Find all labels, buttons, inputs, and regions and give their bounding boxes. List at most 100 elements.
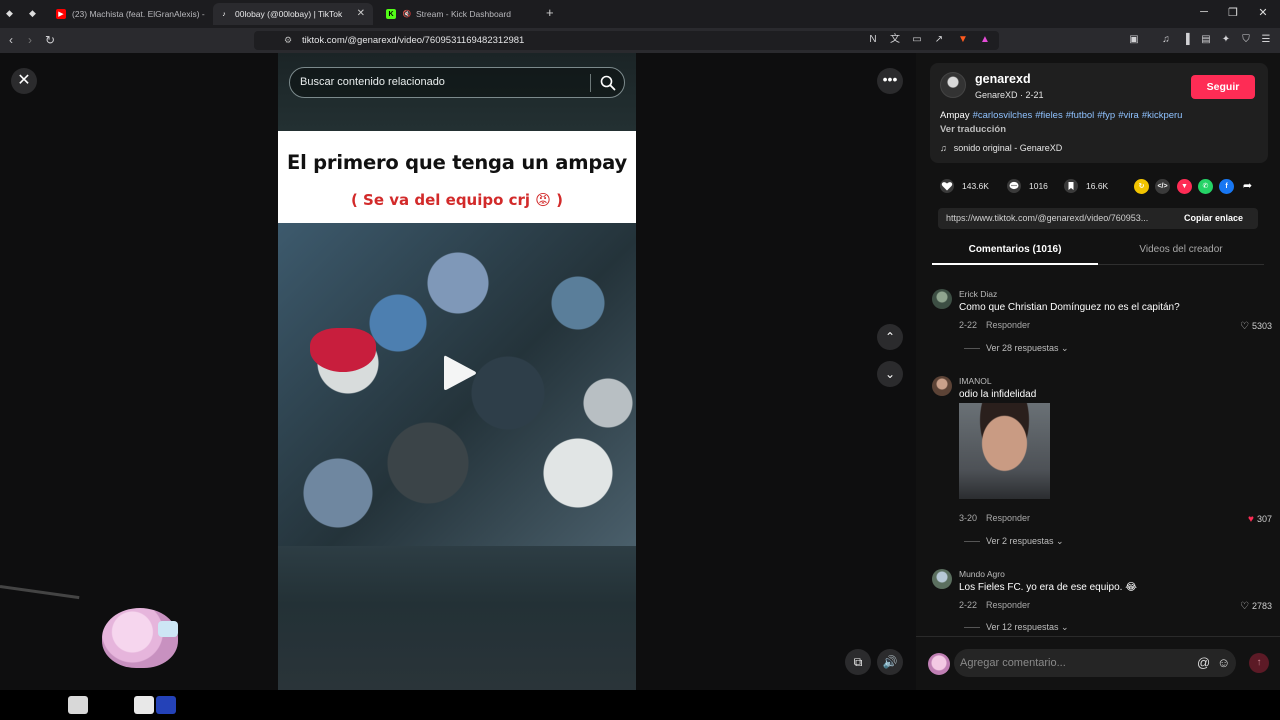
like-heart-icon[interactable] — [940, 179, 954, 193]
reload-icon[interactable]: ↻ — [42, 32, 58, 48]
browser-toolbar: ‹ › ↻ ☐ ⚙ tiktok.com/@genarexd/video/760… — [0, 28, 1280, 53]
hashtag-link[interactable]: #kickperu — [1142, 110, 1183, 121]
avatar[interactable] — [932, 376, 952, 396]
video-frame — [278, 223, 636, 546]
video-caption-card: El primero que tenga un ampay ( Se va de… — [278, 131, 636, 223]
tab-youtube[interactable]: ▶ (23) Machista (feat. ElGranAlexis) - Y — [50, 3, 205, 25]
comment-item: Erick Diaz Como que Christian Domínguez … — [932, 289, 1276, 359]
share-link-text[interactable]: https://www.tiktok.com/@genarexd/video/7… — [946, 213, 1176, 223]
caption-title: El primero que tenga un ampay — [286, 151, 628, 174]
minimize-icon[interactable]: ─ — [1194, 6, 1214, 18]
comment-text: Como que Christian Domínguez no es el ca… — [959, 302, 1180, 313]
site-info-icon[interactable]: ⚙ — [284, 35, 292, 46]
hashtag-link[interactable]: #carlosvilches — [973, 110, 1033, 121]
comment-username[interactable]: Erick Diaz — [959, 289, 997, 299]
comment-input[interactable] — [954, 649, 1236, 677]
close-tab-icon[interactable]: ✕ — [357, 8, 365, 19]
restore-icon[interactable]: ❐ — [1223, 6, 1243, 19]
copy-link-button[interactable]: Copiar enlace — [1184, 213, 1243, 223]
sound-row[interactable]: ♫ sonido original - GenareXD — [940, 143, 1062, 153]
whatsapp-icon[interactable]: ✆ — [1198, 179, 1213, 194]
emoji-icon[interactable]: ☺ — [1217, 655, 1230, 670]
back-icon[interactable]: ‹ — [3, 32, 19, 48]
next-video-button[interactable]: ⌄ — [877, 361, 903, 387]
comment-likes[interactable]: ♡ 2783 — [1240, 601, 1272, 612]
tab-comments[interactable]: Comentarios (1016) — [932, 244, 1098, 255]
reply-button[interactable]: Responder — [986, 513, 1030, 523]
hashtag-link[interactable]: #futbol — [1066, 110, 1095, 121]
hashtag-link[interactable]: #fyp — [1097, 110, 1115, 121]
translate-link[interactable]: Ver traducción — [940, 124, 1006, 135]
extensions-icon[interactable]: ✦ — [1219, 33, 1233, 47]
avatar[interactable] — [932, 569, 952, 589]
comment-username[interactable]: IMANOL — [959, 376, 992, 386]
avatar[interactable] — [940, 72, 966, 98]
comment-likes[interactable]: ♡ 5303 — [1240, 321, 1272, 332]
tab-title: 00lobay (@00lobay) | TikTok — [235, 9, 343, 19]
search-divider — [590, 74, 591, 92]
send-comment-button[interactable]: ↑ — [1249, 653, 1269, 673]
avatar[interactable] — [932, 289, 952, 309]
view-replies-button[interactable]: Ver 2 respuestas ⌄ — [964, 536, 1064, 547]
hashtag-link[interactable]: #fieles — [1035, 110, 1062, 121]
share-icon[interactable]: ↗ — [932, 33, 946, 47]
comment-username[interactable]: Mundo Agro — [959, 569, 1005, 579]
follow-button[interactable]: Seguir — [1191, 75, 1255, 99]
reply-button[interactable]: Responder — [986, 600, 1030, 610]
close-window-icon[interactable]: ✕ — [1253, 6, 1273, 19]
bookmark-icon[interactable] — [1064, 179, 1078, 193]
translate-icon[interactable]: 文 — [888, 33, 902, 47]
search-input[interactable]: Buscar contenido relacionado — [300, 76, 445, 88]
previous-video-button[interactable]: ⌃ — [877, 324, 903, 350]
tab-tiktok[interactable]: ♪ 00lobay (@00lobay) | TikTok ✕ — [213, 3, 373, 25]
stream-overlay-avatar-face — [158, 621, 178, 637]
wallet-icon[interactable]: ▤ — [1199, 33, 1213, 47]
view-replies-button[interactable]: Ver 28 respuestas ⌄ — [964, 343, 1069, 354]
send-to-friend-icon[interactable]: ▼ — [1177, 179, 1192, 194]
browser-menu-icon[interactable]: ◆ — [6, 8, 16, 18]
mention-icon[interactable]: @ — [1197, 655, 1210, 670]
vpn-icon[interactable]: ⛉ — [1239, 33, 1253, 47]
reading-list-icon[interactable]: ▐ — [1179, 33, 1193, 47]
related-search-bar[interactable]: Buscar contenido relacionado — [289, 67, 625, 98]
comments-count: 1016 — [1029, 181, 1048, 191]
search-icon[interactable] — [599, 74, 617, 92]
avatar[interactable] — [928, 653, 950, 675]
comment-like-count: 5303 — [1251, 321, 1272, 331]
pip-button[interactable]: ⧉ — [845, 649, 871, 675]
brave-icon[interactable]: ◆ — [29, 8, 39, 18]
more-options-button[interactable]: ••• — [877, 68, 903, 94]
volume-button[interactable]: 🔊 — [877, 649, 903, 675]
cast-icon[interactable]: ▭ — [910, 33, 924, 47]
hashtag-link[interactable]: #vira — [1118, 110, 1139, 121]
menu-icon[interactable]: ☰ — [1259, 33, 1273, 47]
author-name[interactable]: genarexd — [975, 72, 1031, 86]
repost-icon[interactable]: ↻ — [1134, 179, 1149, 194]
video-player[interactable]: Buscar contenido relacionado El primero … — [278, 53, 636, 690]
close-video-button[interactable]: ✕ — [11, 68, 37, 94]
more-share-icon[interactable]: ➦ — [1240, 179, 1255, 194]
view-replies-label: Ver 2 respuestas ⌄ — [986, 536, 1064, 546]
facebook-icon[interactable]: f — [1219, 179, 1234, 194]
address-bar[interactable]: ⚙ tiktok.com/@genarexd/video/76095311694… — [254, 31, 999, 50]
description-text: Ampay — [940, 110, 970, 121]
sidebar-icon[interactable]: ▣ — [1127, 33, 1141, 47]
play-icon[interactable] — [442, 353, 478, 393]
comment-image[interactable] — [959, 403, 1050, 499]
forward-icon[interactable]: › — [22, 32, 38, 48]
details-panel: genarexd GenareXD · 2-21 Seguir Ampay #ca… — [916, 53, 1280, 690]
brave-rewards-icon[interactable]: ▲ — [978, 33, 992, 47]
reader-icon[interactable]: N — [866, 33, 880, 47]
comment-composer: @ ☺ ↑ — [916, 636, 1280, 690]
embed-icon[interactable]: </> — [1155, 179, 1170, 194]
new-tab-button[interactable]: + — [546, 5, 554, 20]
brave-shields-icon[interactable]: ▼ — [956, 33, 970, 47]
tab-kick[interactable]: K 🔇 Stream - Kick Dashboard — [380, 3, 535, 25]
comment-likes[interactable]: ♥ 307 — [1248, 514, 1272, 525]
view-replies-button[interactable]: Ver 12 respuestas ⌄ — [964, 622, 1069, 633]
tab-creator-videos[interactable]: Videos del creador — [1098, 244, 1264, 255]
likes-count: 143.6K — [962, 181, 989, 191]
comment-icon[interactable] — [1007, 179, 1021, 193]
reply-button[interactable]: Responder — [986, 320, 1030, 330]
music-icon[interactable]: ♫ — [1159, 33, 1173, 47]
